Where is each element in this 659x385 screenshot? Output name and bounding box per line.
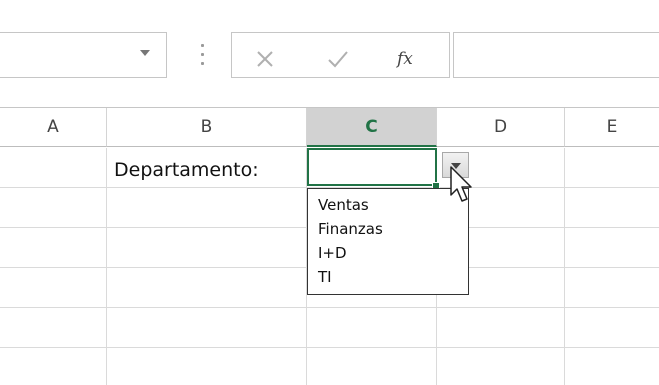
grid-line — [0, 307, 659, 308]
close-icon[interactable] — [256, 50, 274, 68]
column-header-c[interactable]: C — [307, 108, 437, 147]
validation-dropdown-list: Ventas Finanzas I+D TI — [307, 188, 469, 295]
check-icon[interactable] — [327, 49, 349, 69]
insert-function-button[interactable]: fx — [397, 49, 413, 69]
dropdown-option-ti[interactable]: TI — [318, 265, 468, 289]
dropdown-option-ventas[interactable]: Ventas — [318, 193, 468, 217]
column-header-label: D — [493, 117, 508, 137]
column-header-label: E — [606, 117, 618, 137]
chevron-down-icon[interactable] — [140, 50, 150, 56]
mouse-pointer-icon — [450, 166, 472, 202]
column-header-d[interactable]: D — [437, 108, 565, 147]
grid-line — [0, 347, 659, 348]
cell-b-label[interactable]: Departamento: — [114, 152, 259, 188]
column-header-label: A — [47, 117, 59, 137]
dropdown-option-i-d[interactable]: I+D — [318, 241, 468, 265]
formula-input[interactable] — [453, 32, 659, 78]
column-header-b[interactable]: B — [107, 108, 307, 147]
formula-bar-grip-icon[interactable] — [201, 44, 204, 66]
column-header-e[interactable]: E — [565, 108, 659, 147]
column-header-label: B — [200, 117, 213, 137]
column-header-label: C — [365, 117, 378, 137]
dropdown-option-finanzas[interactable]: Finanzas — [318, 217, 468, 241]
column-header-a[interactable]: A — [0, 108, 107, 147]
selected-cell-c[interactable] — [307, 148, 437, 186]
